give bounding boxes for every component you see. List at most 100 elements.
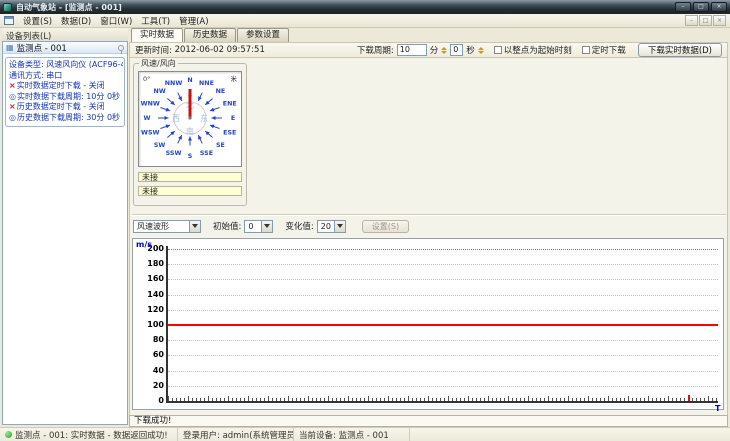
change-value-label: 变化值:: [285, 222, 314, 232]
checkbox-start-on-hour-box[interactable]: [493, 46, 502, 54]
device-info-text: 实时数据定时下载 - 关闭: [16, 81, 105, 90]
tab-realtime-data[interactable]: 实时数据: [131, 28, 184, 42]
child-minimize-icon[interactable]: –: [685, 15, 698, 26]
x-tick: [372, 398, 373, 401]
compass-corner-left-label: 0°: [143, 75, 150, 83]
menu-admin[interactable]: 管理(A): [179, 15, 208, 27]
checkbox-scheduled-download[interactable]: 定时下载: [581, 44, 626, 56]
gridline: [168, 340, 718, 342]
x-tick: [620, 398, 621, 401]
x-tick: [696, 398, 697, 401]
x-tick: [296, 398, 297, 401]
maximize-icon[interactable]: □: [693, 2, 709, 12]
x-tick: [284, 398, 285, 401]
x-tick: [492, 398, 493, 401]
x-tick: [196, 398, 197, 401]
workarea: 风速/风向 N NNE NE ENE E ESE SE SSE S SSW SW WSW W WNW NW N…: [129, 58, 728, 415]
update-time-value: 2012-06-02 09:57:51: [174, 45, 265, 55]
x-tick: [692, 398, 693, 401]
initial-value-select-value: 0: [248, 221, 254, 231]
x-tick: [236, 398, 237, 401]
x-tick: [356, 398, 357, 401]
titlebar: 自动气象站 - [监测点 - 001] – □ ×: [0, 0, 730, 14]
menu-window[interactable]: 窗口(W): [100, 15, 132, 27]
waveform-select[interactable]: 风速波形: [133, 219, 201, 233]
menu-tools[interactable]: 工具(T): [141, 15, 170, 27]
tab-history-data[interactable]: 历史数据: [184, 28, 237, 42]
chevron-down-icon: [189, 220, 200, 232]
x-tick: [324, 398, 325, 401]
x-tick: [352, 398, 353, 401]
download-realtime-button[interactable]: 下载实时数据(D): [637, 43, 722, 57]
compass-direction-label: NE: [216, 88, 226, 95]
divider: [132, 214, 726, 216]
initial-value-select[interactable]: 0: [244, 219, 274, 233]
initial-value-label: 初始值:: [213, 222, 242, 232]
x-tick: [312, 398, 313, 401]
x-tick: [404, 398, 405, 401]
x-tick: [368, 396, 369, 401]
status-user-panel: 登录用户: admin(系统管理员): [178, 428, 294, 441]
gridline: [168, 309, 718, 311]
checkbox-start-on-hour[interactable]: 以整点为起始时刻: [493, 44, 572, 56]
pin-icon[interactable]: [118, 44, 124, 54]
child-restore-icon[interactable]: □: [699, 15, 712, 26]
device-info-text: 实时数据下载周期: 10分 0秒: [16, 91, 121, 101]
x-tick: [564, 398, 565, 401]
x-tick: [320, 398, 321, 401]
x-tick: [276, 398, 277, 401]
x-tick: [400, 398, 401, 401]
compass-direction-label: NW: [153, 88, 165, 95]
compass-direction-label: W: [144, 115, 151, 122]
tab-parameter-settings[interactable]: 参数设置: [237, 28, 290, 42]
minutes-stepper[interactable]: [441, 46, 448, 54]
download-controls: 下载周期: 10 分 0 秒 以整点为起始时刻 定时下载 下载实时数据(D): [357, 43, 722, 57]
status-device-panel: 当前设备: 监测点 - 001: [294, 428, 410, 441]
close-icon[interactable]: ×: [711, 2, 727, 12]
minimize-icon[interactable]: –: [675, 2, 691, 12]
x-tick: [456, 398, 457, 401]
status-ok-icon: [5, 431, 12, 438]
compass-direction-label: SW: [154, 142, 166, 149]
waveform-select-value: 风速波形: [137, 221, 169, 231]
minutes-input[interactable]: 10: [396, 44, 427, 56]
checkbox-scheduled-download-box[interactable]: [581, 46, 590, 54]
x-tick: [172, 398, 173, 401]
x-tick: [332, 398, 333, 401]
wind-direction-value-box: 未接: [138, 186, 242, 196]
x-tick: [512, 398, 513, 401]
x-tick: [560, 398, 561, 401]
download-status-bar: 下载成功!: [129, 415, 728, 427]
x-tick: [680, 398, 681, 401]
x-tick: [468, 396, 469, 401]
gridline: [168, 264, 718, 266]
x-tick: [388, 396, 389, 401]
device-info-line: ×历史数据定时下载 - 关闭: [9, 102, 123, 113]
y-tick-label: 160: [147, 274, 164, 284]
gridline: [168, 385, 718, 387]
compass-direction-label: E: [231, 115, 235, 122]
menu-data[interactable]: 数据(D): [61, 15, 91, 27]
device-info-line: ×实时数据定时下载 - 关闭: [9, 81, 123, 92]
checkbox-start-on-hour-label: 以整点为起始时刻: [503, 46, 572, 56]
x-tick: [380, 398, 381, 401]
x-tick: [700, 398, 701, 401]
seconds-stepper[interactable]: [477, 46, 484, 54]
child-close-icon[interactable]: ×: [713, 15, 726, 26]
update-time-label: 更新时间:: [135, 46, 172, 56]
x-tick: [648, 396, 649, 401]
status-empty-panel: [410, 428, 730, 441]
device-sidebar: 设备列表(L) ▦ 监测点 - 001 设备类型: 风速风向仪 (ACF96-4…: [2, 28, 128, 426]
compass-direction-label: SSE: [200, 150, 213, 157]
settings-button[interactable]: 设置(S): [361, 219, 410, 233]
statusbar: 监测点 - 001: 实时数据 - 数据返回成功! 登录用户: admin(系统…: [0, 427, 730, 441]
x-axis-label: T: [715, 404, 721, 413]
x-tick: [612, 398, 613, 401]
y-tick-label: 100: [147, 320, 164, 329]
seconds-input[interactable]: 0: [450, 44, 464, 56]
x-tick: [640, 398, 641, 401]
tree-item-monitor-point[interactable]: ▦ 监测点 - 001: [3, 42, 127, 54]
x-tick: [576, 398, 577, 401]
menu-settings[interactable]: 设置(S): [23, 15, 52, 27]
change-value-select[interactable]: 20: [316, 219, 346, 233]
